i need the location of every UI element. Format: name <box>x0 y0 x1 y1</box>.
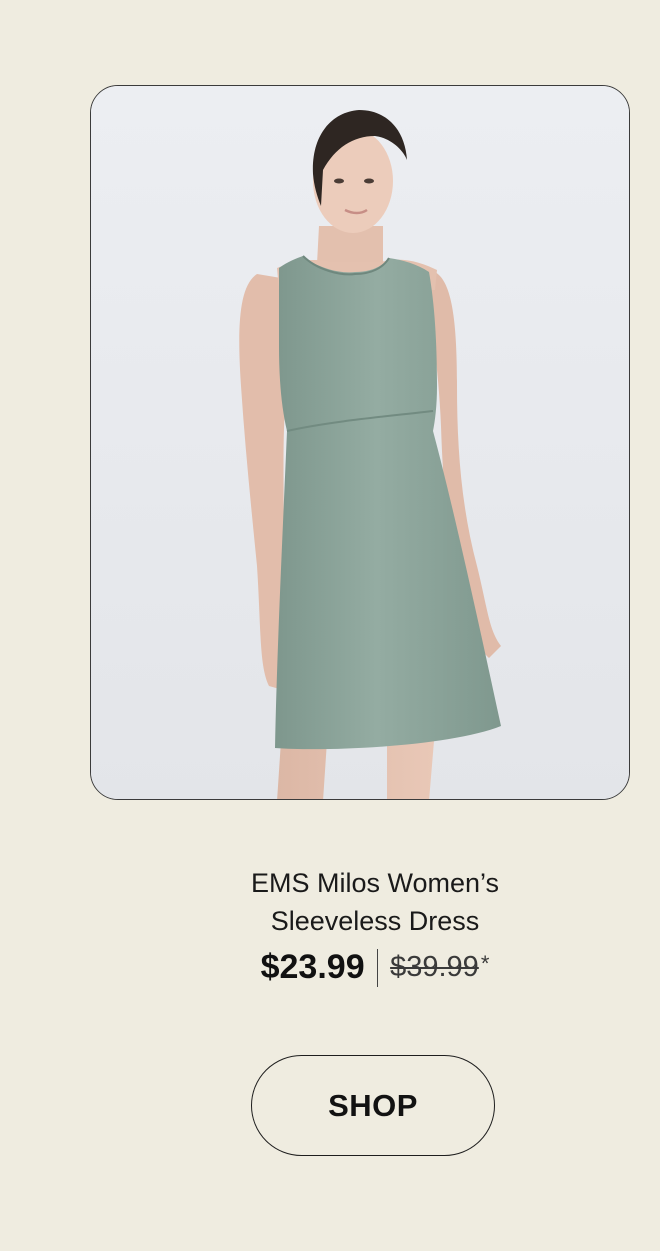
shop-button-label: SHOP <box>328 1087 418 1123</box>
product-image[interactable] <box>91 86 630 800</box>
original-price-group: $39.99* <box>390 951 489 984</box>
price-asterisk: * <box>480 951 490 976</box>
sale-price: $23.99 <box>260 948 365 986</box>
original-price: $39.99 <box>390 951 479 983</box>
product-name-line-2: Sleeveless Dress <box>270 906 480 936</box>
price-divider <box>376 948 379 987</box>
model-eye-left <box>334 178 344 184</box>
shop-button[interactable]: SHOP <box>251 1055 495 1156</box>
model-eye-right <box>364 178 374 184</box>
product-card[interactable] <box>90 85 630 800</box>
product-info: EMS Milos Women’s Sleeveless Dress $23.9… <box>90 864 660 987</box>
product-name-line-1: EMS Milos Women’s <box>250 868 500 898</box>
price-row: $23.99 $39.99* <box>90 948 660 987</box>
